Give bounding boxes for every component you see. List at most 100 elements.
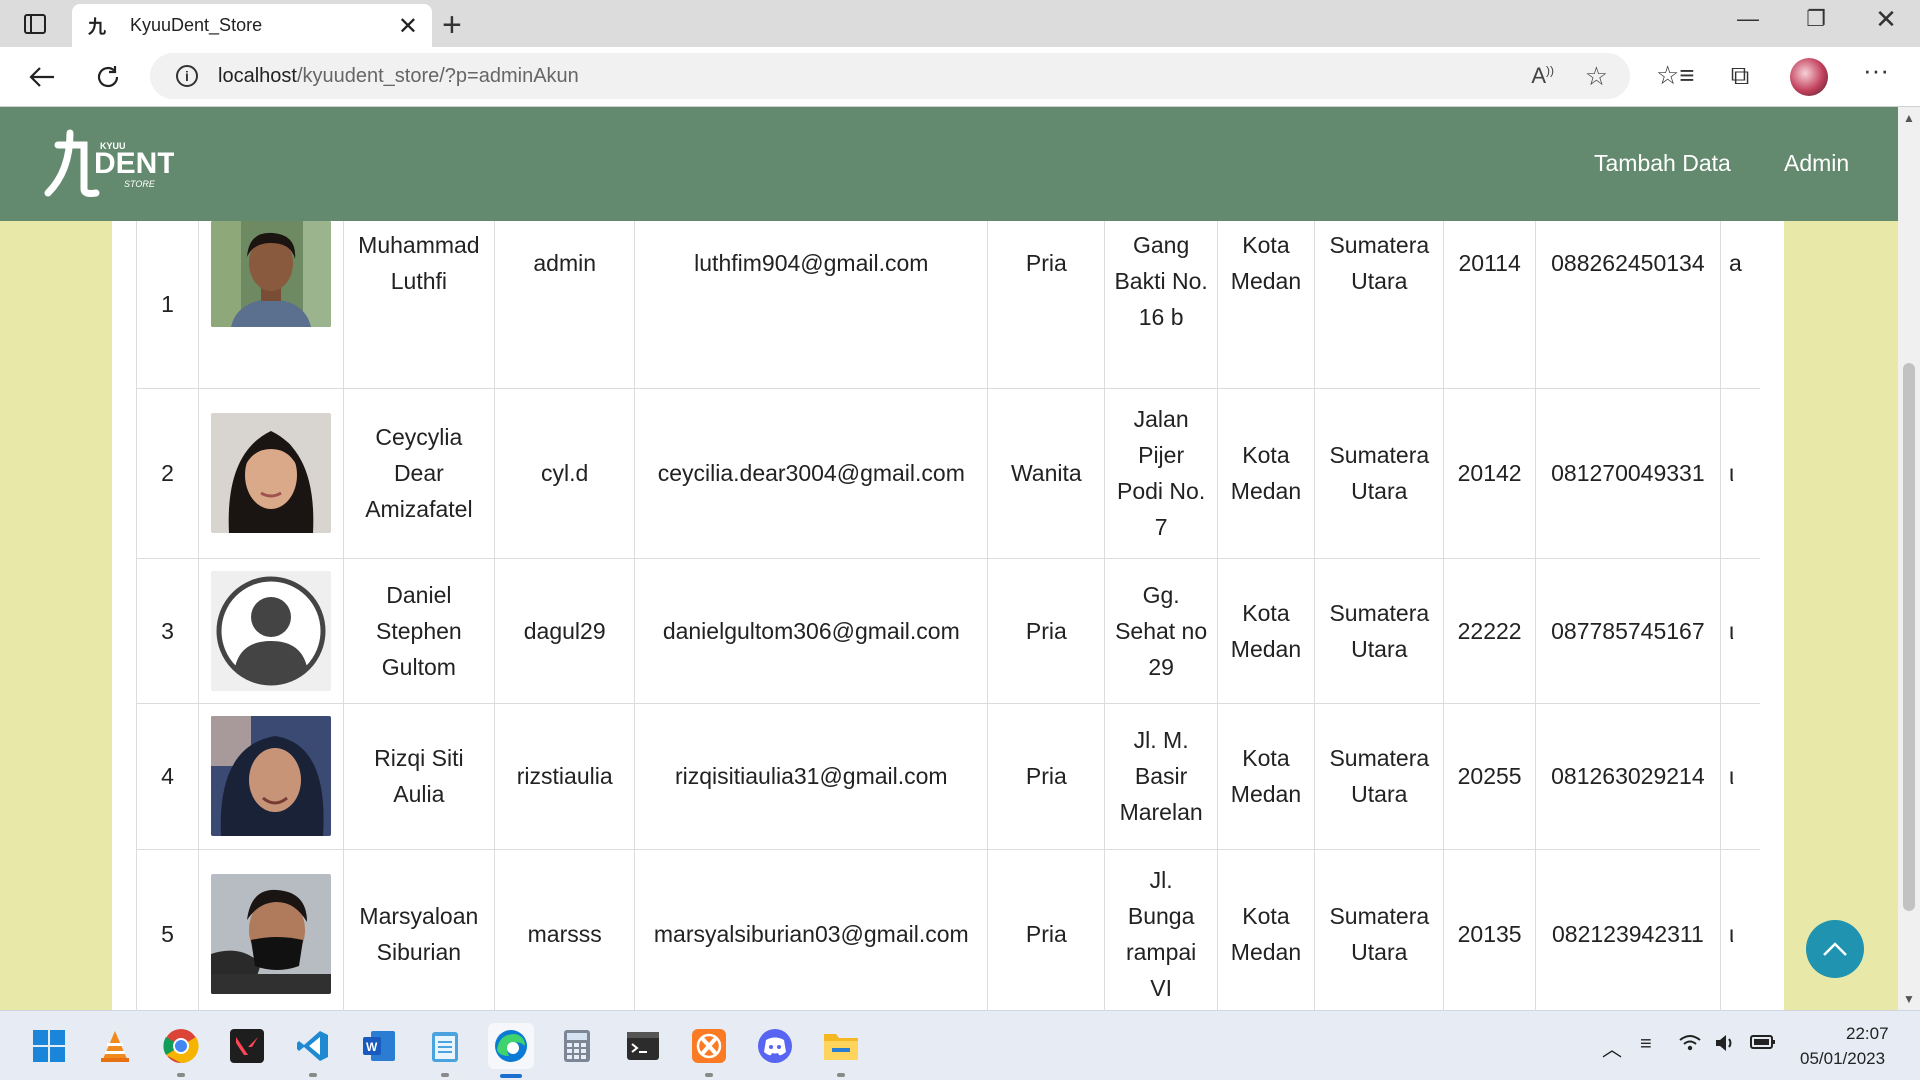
cell-no: 4 [136,703,200,850]
default-avatar [210,570,331,691]
chrome-icon[interactable] [158,1023,204,1077]
user-photo [210,413,331,533]
xampp-icon[interactable] [686,1023,732,1077]
cell-email: danielgultom306@gmail.com [634,558,989,704]
cell-email: luthfim904@gmail.com [634,221,989,389]
cell-gender: Pria [987,558,1106,704]
address-bar-row: i localhost/kyuudent_store/?p=adminAkun … [0,47,1920,107]
collections-icon[interactable]: ⧉ [1722,60,1758,92]
discord-icon[interactable] [752,1023,798,1069]
cell-city: Kota Medan [1217,849,1316,1010]
svg-text:DENT: DENT [94,147,174,180]
volume-icon[interactable] [1714,1033,1738,1059]
cell-gender: Wanita [987,388,1106,559]
nav-tambah-data-link[interactable]: Tambah Data [1594,150,1731,177]
table-row: 2 Ceycylia Dear Amizafatel cyl.d ceycili… [136,388,1760,559]
cell-username: cyl.d [494,388,636,559]
cell-address: Jalan Pijer Podi No. 7 [1104,388,1218,559]
running-indicator [705,1073,713,1077]
cell-address: Jl. Bunga rampai VI [1104,849,1218,1010]
read-aloud-icon[interactable]: A)) [1531,63,1554,89]
user-photo [210,716,331,836]
battery-icon[interactable] [1750,1033,1776,1057]
scroll-up-arrow-icon[interactable]: ▲ [1903,111,1915,125]
cell-photo [198,388,344,559]
tab-actions-button[interactable] [18,10,52,38]
url-text[interactable]: localhost/kyuudent_store/?p=adminAkun [218,65,579,88]
cell-address: Gg. Sehat no 29 [1104,558,1218,704]
cell-zip: 20255 [1443,703,1536,850]
svg-text:W: W [366,1040,378,1054]
vlc-icon[interactable] [92,1023,138,1069]
tray-overflow-chevron-icon[interactable]: ︿ [1602,1033,1622,1062]
site-logo[interactable]: KYUU DENT STORE [44,127,176,199]
active-indicator [500,1074,522,1078]
accounts-table-wrapper[interactable]: 1 Muhammad Luthfi admin luthfim904@gmail… [136,221,1760,1010]
cell-phone: 087785745167 [1535,558,1721,704]
cell-zip: 22222 [1443,558,1536,704]
notepad-icon[interactable] [422,1023,468,1077]
tab-title: KyuuDent_Store [130,15,263,35]
cell-username: admin [494,221,636,389]
terminal-icon[interactable] [620,1023,666,1069]
window-close-button[interactable]: ✕ [1866,4,1906,35]
user-photo [210,570,331,691]
tab-close-button[interactable]: ✕ [398,12,418,41]
edge-icon[interactable] [488,1023,534,1078]
cell-province: Sumatera Utara [1314,703,1445,850]
scroll-to-top-button[interactable] [1806,920,1864,978]
valorant-icon[interactable] [224,1023,270,1069]
running-indicator [309,1073,317,1077]
url-host: localhost [218,64,297,87]
file-explorer-icon[interactable] [818,1023,864,1077]
running-indicator [441,1073,449,1077]
cell-address: Jl. M. Basir Marelan [1104,703,1218,850]
tray-input-icon[interactable]: ≡ [1640,1033,1652,1056]
cell-username: marsss [494,849,636,1010]
cell-province: Sumatera Utara [1314,388,1445,559]
cell-photo [198,703,344,850]
clock-time[interactable]: 22:07 [1846,1024,1889,1044]
page-scrollbar[interactable]: ▲ ▼ [1898,107,1920,1010]
windows-start-icon[interactable] [26,1023,72,1069]
scrollbar-thumb[interactable] [1903,363,1915,911]
more-options-icon[interactable]: ··· [1858,55,1894,86]
site-navbar: KYUU DENT STORE Tambah Data Admin [0,107,1898,221]
cell-extra: ι [1720,388,1760,559]
window-minimize-button[interactable]: — [1728,6,1768,32]
cell-name: Marsyaloan Siburian [343,849,496,1010]
word-icon[interactable]: W [356,1023,402,1069]
vscode-icon[interactable] [290,1023,336,1077]
user-photo [210,221,331,327]
cell-gender: Pria [987,221,1106,389]
accounts-table: 1 Muhammad Luthfi admin luthfim904@gmail… [136,221,1760,1010]
svg-text:STORE: STORE [124,179,156,189]
clock-date[interactable]: 05/01/2023 [1800,1049,1885,1069]
cell-extra: a [1720,221,1760,389]
cell-zip: 20114 [1443,221,1536,389]
mask-photo [210,874,331,994]
cell-city: Kota Medan [1217,221,1316,389]
user-photo [210,874,331,994]
male-photo [210,221,331,327]
cell-zip: 20135 [1443,849,1536,1010]
back-button[interactable] [22,57,62,97]
profile-avatar[interactable] [1790,58,1828,96]
refresh-button[interactable] [88,57,128,97]
new-tab-button[interactable]: + [442,6,462,45]
url-field[interactable]: i localhost/kyuudent_store/?p=adminAkun … [150,53,1630,99]
window-restore-button[interactable]: ❐ [1796,6,1836,32]
hijab-photo [210,716,331,836]
cell-gender: Pria [987,849,1106,1010]
cell-phone: 081270049331 [1535,388,1721,559]
scroll-down-arrow-icon[interactable]: ▼ [1903,992,1915,1006]
site-info-icon[interactable]: i [176,65,198,87]
favorites-icon[interactable]: ☆≡ [1656,60,1694,91]
browser-tab[interactable]: 九 KyuuDent_Store ✕ [72,4,432,47]
nav-admin-link[interactable]: Admin [1784,150,1849,177]
calculator-icon[interactable] [554,1023,600,1069]
wifi-icon[interactable] [1678,1033,1702,1059]
cell-city: Kota Medan [1217,703,1316,850]
add-favorite-icon[interactable]: ☆ [1585,61,1608,92]
cell-no: 2 [136,388,200,559]
